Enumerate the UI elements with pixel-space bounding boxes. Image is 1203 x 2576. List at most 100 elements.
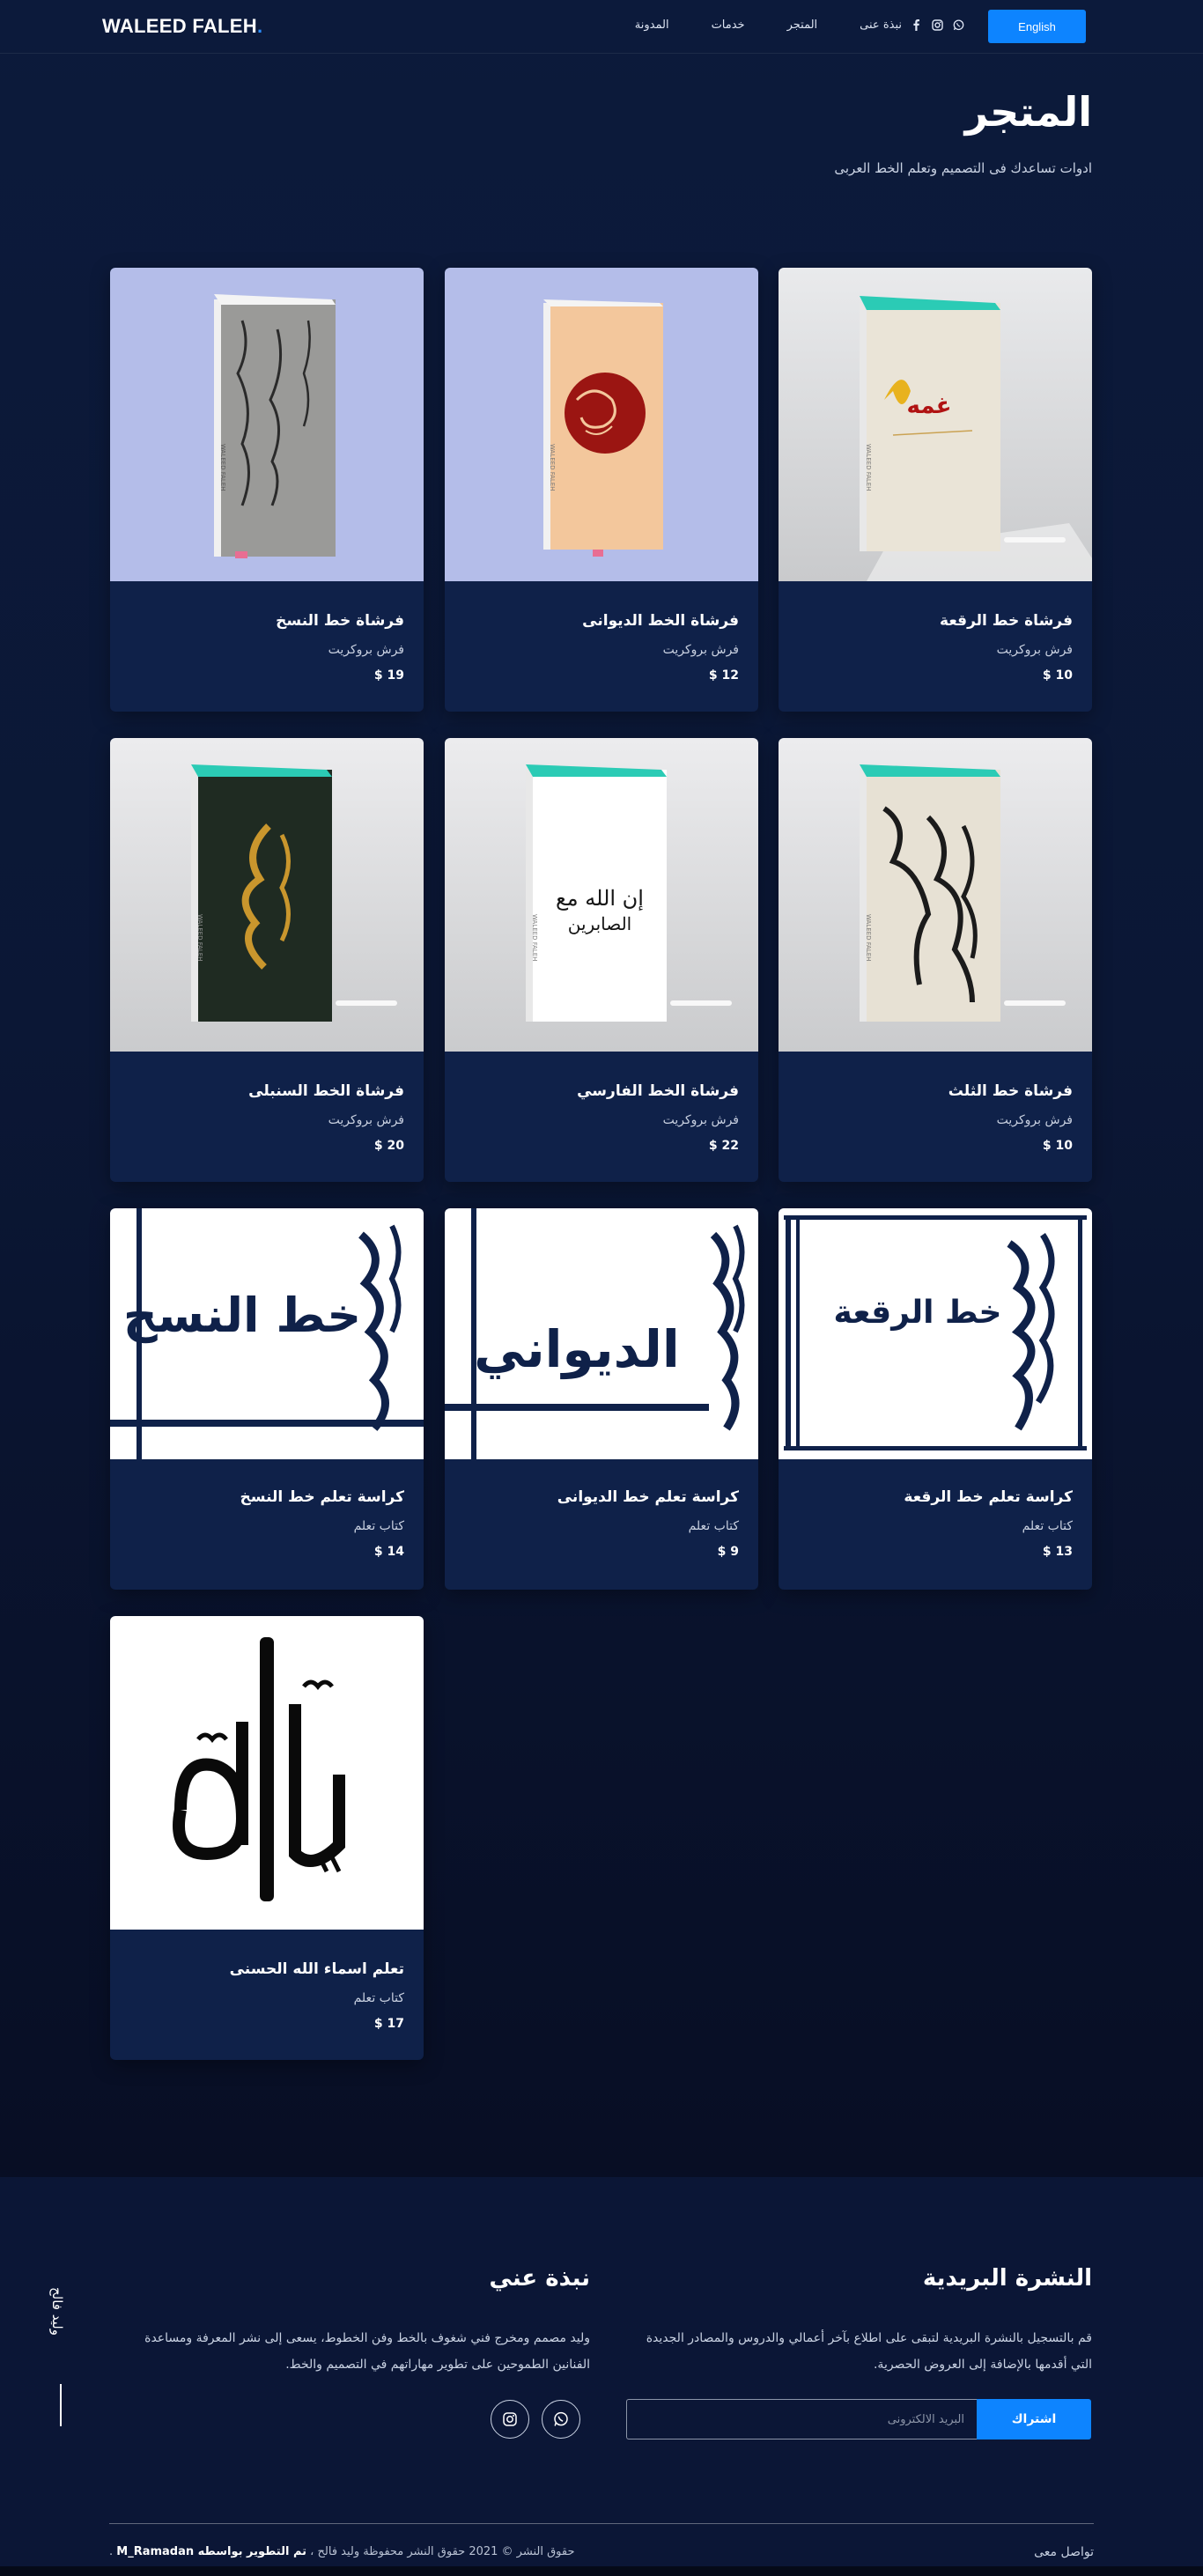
product-image: خط الرقعة	[779, 1208, 1092, 1459]
product-card[interactable]: WALEED FALEH فرشاة الخط السنبلى فرش بروك…	[110, 738, 424, 1182]
instagram-icon[interactable]	[931, 18, 943, 31]
nav-link-services[interactable]: خدمات	[712, 18, 745, 32]
product-image: WALEED FALEH	[779, 738, 1092, 1052]
product-price: $ 13	[1042, 1545, 1073, 1559]
product-card[interactable]: إن الله مع الصابرين WALEED FALEH فرشاة ا…	[445, 738, 758, 1182]
product-category: فرش بروكريت	[996, 643, 1073, 657]
product-category: كتاب تعلم	[353, 1991, 404, 2005]
product-category: فرش بروكريت	[662, 643, 739, 657]
product-info: فرشاة خط الثلث فرش بروكريت $ 10	[948, 1082, 1073, 1153]
product-image: خط النسخ	[110, 1208, 424, 1459]
signature-vertical: وليد فالح	[49, 2287, 76, 2428]
product-info: فرشاة الخط السنبلى فرش بروكريت $ 20	[248, 1082, 404, 1153]
product-card[interactable]: WALEED FALEH فرشاة خط الثلث فرش بروكريت …	[779, 738, 1092, 1182]
product-image: غمه WALEED FALEH	[779, 268, 1092, 581]
product-title[interactable]: فرشاة خط الرقعة	[940, 612, 1073, 630]
product-price: $ 17	[373, 2017, 404, 2031]
svg-text:الصابرين: الصابرين	[568, 913, 631, 934]
svg-text:WALEED FALEH: WALEED FALEH	[549, 444, 556, 491]
nav-link-about[interactable]: نبذة عنى	[860, 18, 902, 32]
product-info: فرشاة خط النسخ فرش بروكريت $ 19	[276, 612, 404, 683]
nav-link-blog[interactable]: المدونة	[635, 18, 669, 32]
top-navbar: WALEED FALEH. نبذة عنى المتجر خدمات المد…	[0, 0, 1203, 54]
product-info: تعلم اسماء الله الحسنى كتاب تعلم $ 17	[230, 1960, 404, 2031]
product-price: $ 10	[1042, 1139, 1073, 1153]
product-card[interactable]: WALEED FALEH فرشاة خط النسخ فرش بروكريت …	[110, 268, 424, 712]
product-image: WALEED FALEH	[110, 268, 424, 581]
product-image: إن الله مع الصابرين WALEED FALEH	[445, 738, 758, 1052]
svg-text:خط النسخ: خط النسخ	[123, 1288, 361, 1343]
product-title[interactable]: فرشاة الخط الديوانى	[582, 612, 739, 630]
svg-text:إن الله مع: إن الله مع	[556, 886, 644, 911]
product-image	[110, 1616, 424, 1930]
whatsapp-icon[interactable]	[952, 18, 964, 31]
page-title: المتجر	[964, 88, 1092, 136]
product-price: $ 10	[1042, 668, 1073, 683]
footer-divider	[109, 2523, 1094, 2524]
product-card[interactable]: خط النسخ كراسة تعلم خط النسخ كتاب تعلم $…	[110, 1208, 424, 1590]
product-category: فرش بروكريت	[662, 1113, 739, 1127]
contact-link[interactable]: تواصل معى	[1034, 2545, 1094, 2559]
svg-text:خط الرقعة: خط الرقعة	[833, 1295, 1001, 1331]
product-title[interactable]: فرشاة الخط السنبلى	[248, 1082, 404, 1100]
product-price: $ 12	[708, 668, 739, 683]
facebook-icon[interactable]	[910, 18, 922, 31]
product-category: فرش بروكريت	[328, 643, 404, 657]
product-card[interactable]: الديواني كراسة تعلم خط الديوانى كتاب تعل…	[445, 1208, 758, 1590]
svg-text:WALEED FALEH: WALEED FALEH	[865, 914, 872, 961]
copyright-main: حقوق النشر © 2021 حقوق النشر محفوظة وليد…	[306, 2545, 575, 2558]
product-info: فرشاة الخط الفارسي فرش بروكريت $ 22	[577, 1082, 739, 1153]
nav-link-store[interactable]: المتجر	[787, 18, 818, 32]
newsletter-title: النشرة البريدية	[922, 2265, 1092, 2292]
product-category: كتاب تعلم	[353, 1519, 404, 1533]
product-title[interactable]: فرشاة خط النسخ	[276, 612, 404, 630]
product-card[interactable]: تعلم اسماء الله الحسنى كتاب تعلم $ 17	[110, 1616, 424, 2060]
nav-links: نبذة عنى المتجر خدمات المدونة	[635, 18, 902, 32]
product-title[interactable]: فرشاة خط الثلث	[948, 1082, 1073, 1100]
product-title[interactable]: كراسة تعلم خط النسخ	[240, 1488, 404, 1506]
product-category: فرش بروكريت	[328, 1113, 404, 1127]
svg-text:WALEED FALEH: WALEED FALEH	[196, 914, 203, 961]
email-field[interactable]	[626, 2399, 977, 2439]
newsletter-form: اشتراك	[626, 2399, 1091, 2439]
svg-text:غمه: غمه	[907, 393, 952, 419]
svg-text:WALEED FALEH: WALEED FALEH	[865, 444, 872, 491]
product-image: WALEED FALEH	[110, 738, 424, 1052]
brand-logo[interactable]: WALEED FALEH.	[102, 15, 262, 38]
product-category: كتاب تعلم	[1022, 1519, 1073, 1533]
brand-dot: .	[256, 15, 263, 37]
product-info: فرشاة الخط الديوانى فرش بروكريت $ 12	[582, 612, 739, 683]
product-title[interactable]: تعلم اسماء الله الحسنى	[230, 1960, 404, 1978]
product-info: كراسة تعلم خط النسخ كتاب تعلم $ 14	[240, 1488, 404, 1559]
page-subtitle: ادوات تساعدك فى التصميم وتعلم الخط العرب…	[834, 160, 1092, 176]
product-category: فرش بروكريت	[996, 1113, 1073, 1127]
product-card[interactable]: غمه WALEED FALEH فرشاة خط الرقعة فرش برو…	[779, 268, 1092, 712]
bottom-strip	[0, 2566, 1203, 2576]
product-title[interactable]: كراسة تعلم خط الرقعة	[904, 1488, 1073, 1506]
product-price: $ 9	[717, 1545, 739, 1559]
subscribe-button[interactable]: اشتراك	[977, 2399, 1091, 2439]
product-price: $ 22	[708, 1139, 739, 1153]
svg-text:WALEED FALEH: WALEED FALEH	[219, 444, 226, 491]
product-info: فرشاة خط الرقعة فرش بروكريت $ 10	[940, 612, 1073, 683]
product-title[interactable]: كراسة تعلم خط الديوانى	[557, 1488, 739, 1506]
about-text: وليد مصمم ومخرج فني شغوف بالخط وفن الخطو…	[144, 2331, 590, 2372]
product-info: كراسة تعلم خط الديوانى كتاب تعلم $ 9	[557, 1488, 739, 1559]
language-button[interactable]: English	[988, 10, 1086, 43]
svg-text:WALEED FALEH: WALEED FALEH	[531, 914, 538, 961]
product-image: WALEED FALEH	[445, 268, 758, 581]
whatsapp-icon[interactable]	[542, 2400, 580, 2439]
svg-text:الديواني: الديواني	[474, 1319, 680, 1380]
product-card[interactable]: WALEED FALEH فرشاة الخط الديوانى فرش برو…	[445, 268, 758, 712]
instagram-icon[interactable]	[491, 2400, 529, 2439]
developer-credit[interactable]: تم التطوير بواسطه M_Ramadan	[116, 2545, 306, 2558]
product-title[interactable]: فرشاة الخط الفارسي	[577, 1082, 739, 1100]
newsletter-text: قم بالتسجيل بالنشرة البريدية لتبقى على ا…	[646, 2331, 1092, 2372]
product-price: $ 20	[373, 1139, 404, 1153]
about-title: نبذة عني	[489, 2265, 590, 2292]
signature-line	[60, 2384, 62, 2426]
nav-social	[910, 18, 964, 31]
product-card[interactable]: خط الرقعة كراسة تعلم خط الرقعة كتاب تعلم…	[779, 1208, 1092, 1590]
product-info: كراسة تعلم خط الرقعة كتاب تعلم $ 13	[904, 1488, 1073, 1559]
product-price: $ 14	[373, 1545, 404, 1559]
